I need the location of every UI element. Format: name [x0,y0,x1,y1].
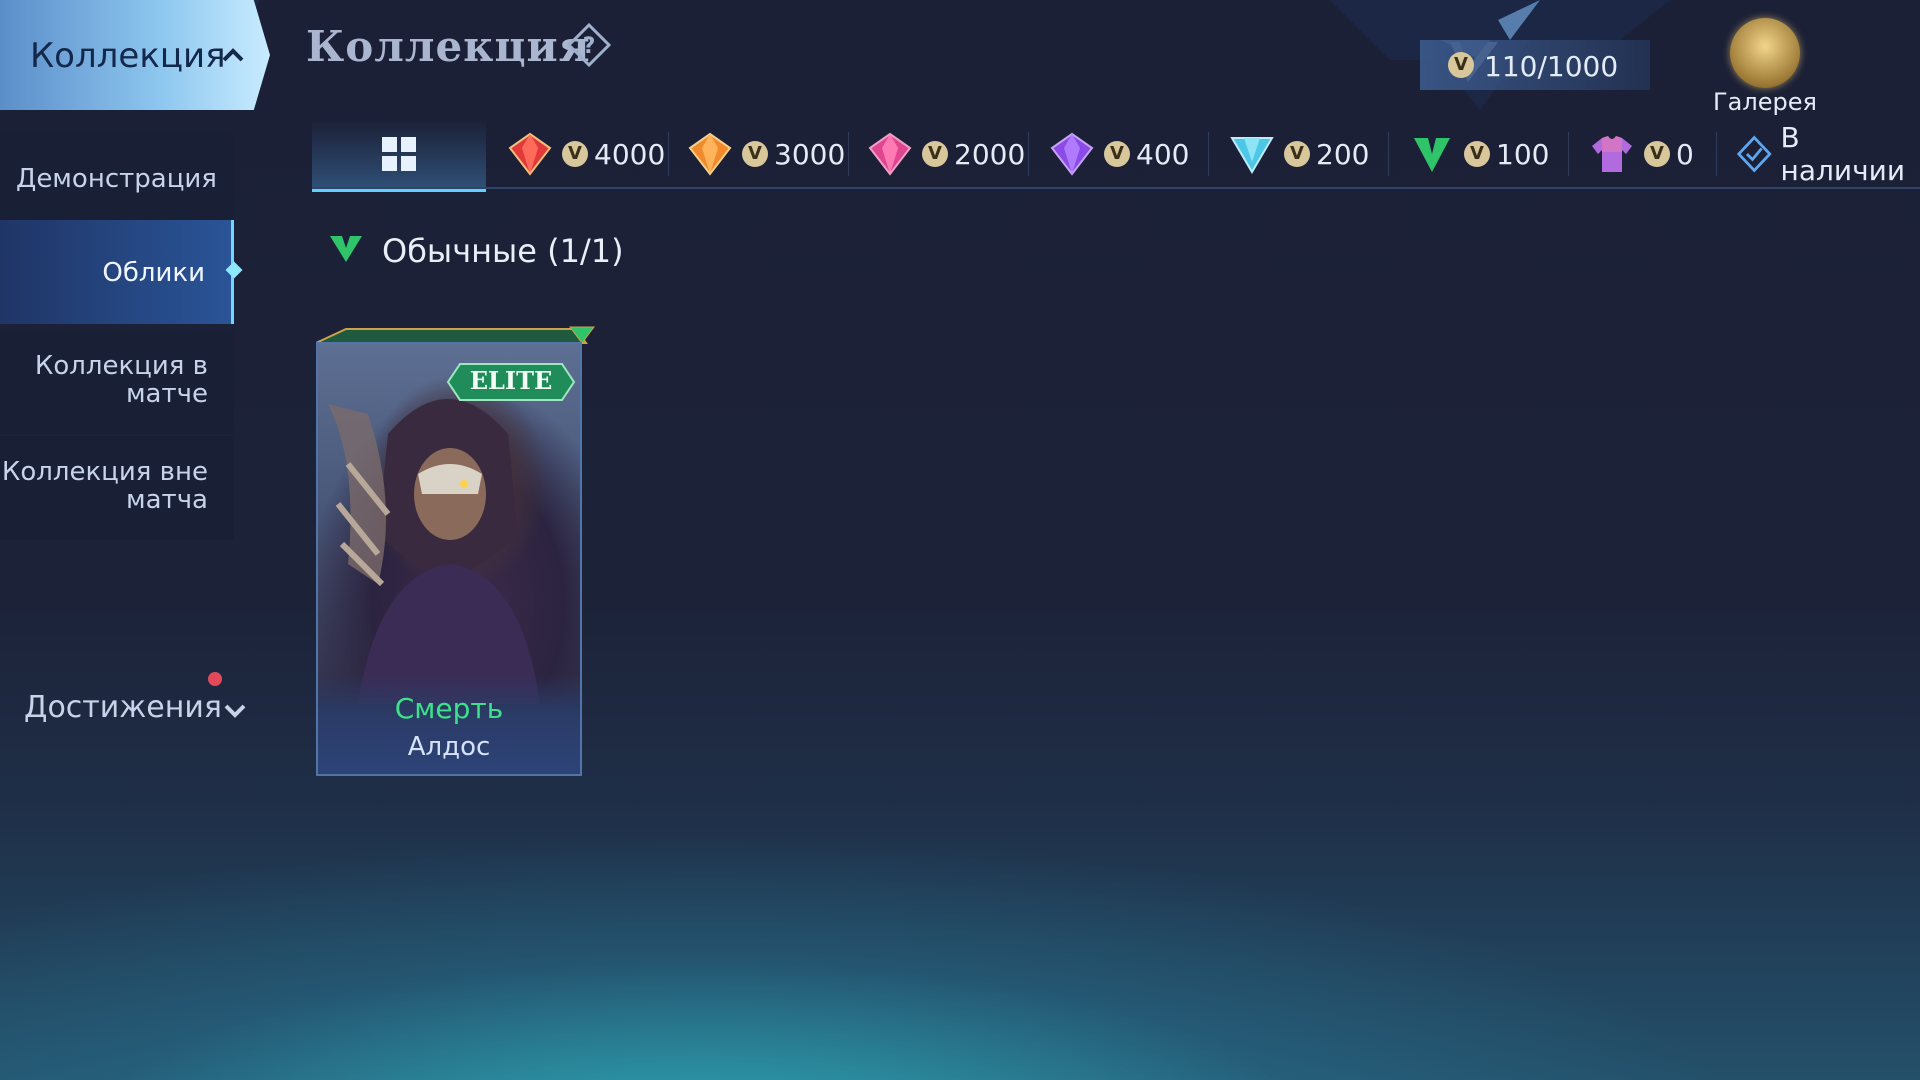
tab-value: 4000 [594,137,666,171]
section-title: Обычные (1/1) [382,232,624,270]
tab-value: 0 [1676,137,1694,171]
help-icon[interactable]: ? [566,22,612,68]
elite-badge-label: ELITE [469,366,553,395]
pink-gem-icon [868,132,912,176]
sidebar-item-demonstration[interactable]: Демонстрация [0,130,234,230]
sidebar-item-label-line1: Коллекция в [34,351,208,381]
sidebar-item-achievements[interactable]: Достижения [24,690,222,725]
chevron-down-icon [224,704,246,718]
tab-rarity-2000[interactable]: V 2000 [866,120,1025,188]
coin-icon: V [742,141,768,167]
tab-value: 100 [1496,137,1550,171]
purple-gem-icon [1050,132,1094,176]
sidebar-item-out-of-match-collection[interactable]: Коллекция вне матча [0,436,234,540]
coin-icon: V [1644,141,1670,167]
tab-rarity-100[interactable]: V 100 [1408,120,1549,188]
sidebar-item-label: Облики [102,258,205,288]
red-gem-icon [508,132,552,176]
skin-name: Смерть [394,692,504,725]
notification-dot [208,672,222,686]
collection-coin-icon: V [1448,52,1474,78]
sidebar-item-skins[interactable]: Облики [0,220,243,324]
gallery-book-icon [1730,18,1800,88]
sidebar-item-label-line2: матче [125,379,208,409]
green-rarity-icon [330,236,362,262]
sidebar-item-label: Коллекция [30,36,226,76]
page-title: Коллекция [306,22,591,71]
collection-points: 110/1000 [1484,50,1619,83]
gallery-button[interactable]: Галерея [1710,18,1820,116]
chevron-up-icon [222,48,244,62]
coin-icon: V [1104,141,1130,167]
tab-rarity-4000[interactable]: V 4000 [506,120,665,188]
tab-all[interactable] [312,120,486,192]
tab-value: 400 [1136,137,1190,171]
sidebar-item-label-line1: Коллекция вне [1,457,208,487]
sidebar-item-label-line2: матча [126,485,208,515]
hero-name: Алдос [407,732,491,762]
sidebar-item-collection[interactable]: Коллекция [0,0,270,110]
rarity-filter-tabs: V 4000 V 3000 V 2000 V 400 V 200 V 100 V… [312,120,1920,192]
tab-rarity-0[interactable]: V 0 [1588,120,1694,188]
coin-icon: V [1464,141,1490,167]
gallery-label: Галерея [1713,88,1817,116]
tab-rarity-200[interactable]: V 200 [1228,120,1369,188]
sidebar-item-in-match-collection[interactable]: Коллекция в матче [0,330,234,434]
coin-icon: V [922,141,948,167]
selected-indicator-icon [225,261,243,279]
tab-value: 200 [1316,137,1370,171]
coin-icon: V [1284,141,1310,167]
coin-icon: V [562,141,588,167]
cyan-gem-icon [1230,137,1274,174]
grid-icon [382,137,416,171]
diamond-check-icon [1736,135,1772,173]
tab-value: 2000 [954,137,1026,171]
orange-gem-icon [688,132,732,176]
skin-card[interactable]: ELITE Смерть Алдос [316,342,582,776]
svg-text:?: ? [583,34,596,59]
tab-rarity-400[interactable]: V 400 [1048,120,1189,188]
tab-rarity-3000[interactable]: V 3000 [686,120,845,188]
tabs-divider [312,187,1920,189]
tab-value: 3000 [774,137,846,171]
sidebar-item-label: Демонстрация [16,164,217,194]
tab-available[interactable]: В наличии [1736,120,1920,188]
green-gem-icon [1414,138,1450,172]
tab-available-label: В наличии [1780,121,1906,187]
shirt-icon [1592,136,1632,172]
